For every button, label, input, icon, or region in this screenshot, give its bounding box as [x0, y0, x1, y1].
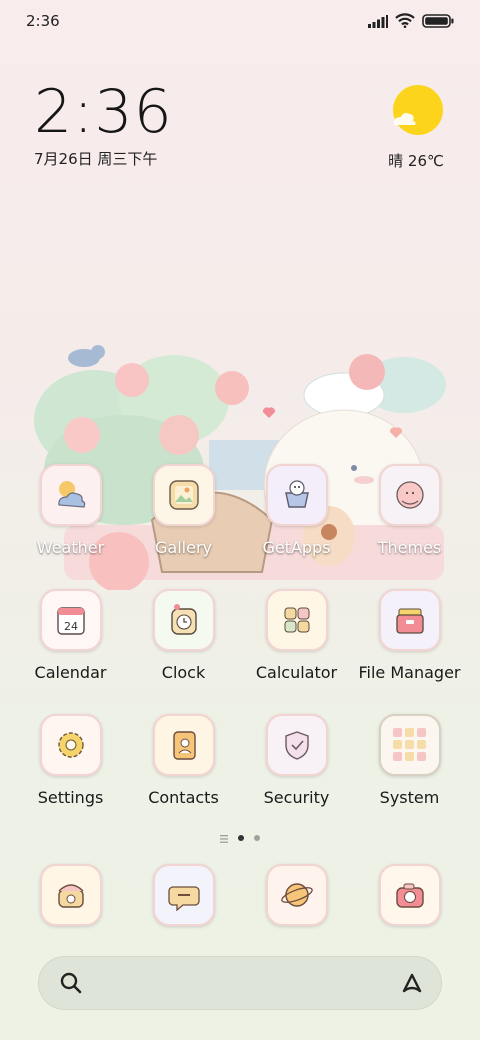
phone-icon — [39, 864, 102, 926]
app-label: Security — [263, 788, 330, 807]
status-icons — [368, 13, 454, 32]
app-calculator[interactable]: Calculator — [240, 589, 353, 714]
weather-widget[interactable]: 晴 26℃ — [386, 84, 446, 171]
app-file-manager[interactable]: File Manager — [353, 589, 466, 714]
app-security[interactable]: Security — [240, 714, 353, 839]
app-label: Weather — [36, 538, 105, 557]
widget-time: 2:36 — [34, 77, 173, 147]
app-system-folder[interactable]: System — [353, 714, 466, 839]
sunny-cloud-icon — [388, 85, 444, 142]
assistant-icon[interactable] — [398, 969, 426, 1001]
app-grid: Weather Gallery GetApps Themes 24 Calend… — [14, 464, 466, 839]
app-row: Weather Gallery GetApps Themes — [14, 464, 466, 589]
camera-icon — [378, 864, 441, 926]
settings-icon — [39, 714, 102, 776]
dock-browser[interactable] — [240, 864, 353, 928]
app-label: System — [379, 788, 440, 807]
weather-icon — [39, 464, 102, 526]
calculator-icon — [265, 589, 328, 651]
file-manager-icon — [378, 589, 441, 651]
weather-text: 晴 26℃ — [388, 152, 444, 170]
dock — [14, 864, 466, 928]
contacts-icon — [152, 714, 215, 776]
battery-icon — [422, 13, 454, 32]
dock-camera[interactable] — [353, 864, 466, 928]
app-label: File Manager — [358, 663, 461, 682]
search-icon — [58, 970, 84, 1000]
app-gallery[interactable]: Gallery — [127, 464, 240, 589]
search-bar[interactable] — [38, 956, 442, 1010]
app-calendar[interactable]: 24 Calendar — [14, 589, 127, 714]
getapps-icon — [265, 464, 328, 526]
calendar-day: 24 — [64, 620, 78, 633]
app-contacts[interactable]: Contacts — [127, 714, 240, 839]
app-label: Themes — [377, 538, 442, 557]
signal-icon — [368, 13, 388, 32]
app-clock[interactable]: Clock — [127, 589, 240, 714]
dock-phone[interactable] — [14, 864, 127, 928]
app-label: Settings — [37, 788, 104, 807]
gallery-icon — [152, 464, 215, 526]
clock-widget[interactable]: 2:36 7月26日 周三下午 — [34, 78, 173, 169]
status-time: 2:36 — [26, 12, 60, 30]
app-getapps[interactable]: GetApps — [240, 464, 353, 589]
security-icon — [265, 714, 328, 776]
wifi-icon — [395, 13, 415, 32]
app-row: Settings Contacts Security System — [14, 714, 466, 839]
app-label: GetApps — [262, 538, 331, 557]
status-bar: 2:36 — [0, 0, 480, 44]
calendar-icon: 24 — [39, 589, 102, 651]
app-row: 24 Calendar Clock Calculator File Manage… — [14, 589, 466, 714]
messages-icon — [152, 864, 215, 926]
page-dot-current[interactable] — [238, 834, 244, 841]
app-label: Gallery — [155, 538, 212, 557]
app-settings[interactable]: Settings — [14, 714, 127, 839]
themes-icon — [378, 464, 441, 526]
clock-icon — [152, 589, 215, 651]
app-label: Contacts — [148, 788, 219, 807]
page-indicator[interactable] — [0, 828, 480, 847]
app-label: Calculator — [255, 663, 338, 682]
widget-date: 7月26日 周三下午 — [34, 150, 158, 168]
system-folder-icon — [378, 714, 441, 776]
browser-icon — [265, 864, 328, 926]
app-label: Calendar — [34, 663, 107, 682]
app-weather[interactable]: Weather — [14, 464, 127, 589]
app-themes[interactable]: Themes — [353, 464, 466, 589]
page-dot[interactable] — [254, 834, 260, 841]
menu-lines-icon — [220, 828, 228, 847]
app-label: Clock — [161, 663, 206, 682]
dock-messages[interactable] — [127, 864, 240, 928]
